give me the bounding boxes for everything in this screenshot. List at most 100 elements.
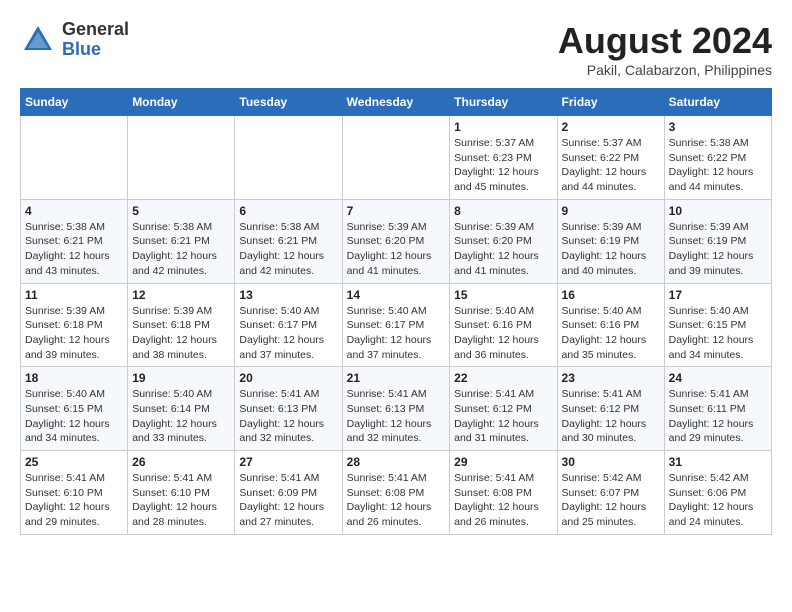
table-row: 24Sunrise: 5:41 AMSunset: 6:11 PMDayligh… xyxy=(664,367,771,451)
table-row: 14Sunrise: 5:40 AMSunset: 6:17 PMDayligh… xyxy=(342,283,450,367)
day-number: 18 xyxy=(25,371,123,385)
header-tuesday: Tuesday xyxy=(235,89,342,116)
table-row: 10 Sunrise: 5:39 AMSunset: 6:19 PMDayligh… xyxy=(664,199,771,283)
day-number: 26 xyxy=(132,455,230,469)
day-number: 21 xyxy=(347,371,446,385)
day-info: Sunrise: 5:41 AMSunset: 6:10 PMDaylight:… xyxy=(25,471,123,530)
day-info: Sunrise: 5:38 AMSunset: 6:22 PMDaylight:… xyxy=(669,136,767,195)
table-row: 8Sunrise: 5:39 AMSunset: 6:20 PMDaylight… xyxy=(450,199,557,283)
day-number: 6 xyxy=(239,204,337,218)
day-number: 17 xyxy=(669,288,767,302)
day-number: 30 xyxy=(562,455,660,469)
day-number: 25 xyxy=(25,455,123,469)
day-number: 9 xyxy=(562,204,660,218)
day-info: Sunrise: 5:39 AMSunset: 6:18 PMDaylight:… xyxy=(132,304,230,363)
table-row: 1 Sunrise: 5:37 AMSunset: 6:23 PMDaylight… xyxy=(450,116,557,200)
table-row: 22Sunrise: 5:41 AMSunset: 6:12 PMDayligh… xyxy=(450,367,557,451)
day-number: 29 xyxy=(454,455,552,469)
table-row: 20Sunrise: 5:41 AMSunset: 6:13 PMDayligh… xyxy=(235,367,342,451)
day-info: Sunrise: 5:41 AMSunset: 6:08 PMDaylight:… xyxy=(347,471,446,530)
day-info: Sunrise: 5:41 AMSunset: 6:12 PMDaylight:… xyxy=(562,387,660,446)
table-row: 11 Sunrise: 5:39 AMSunset: 6:18 PMDayligh… xyxy=(21,283,128,367)
page-header: General Blue August 2024 Pakil, Calabarz… xyxy=(20,20,772,78)
day-info: Sunrise: 5:39 AMSunset: 6:18 PMDaylight:… xyxy=(25,304,123,363)
day-number: 19 xyxy=(132,371,230,385)
day-info: Sunrise: 5:40 AMSunset: 6:15 PMDaylight:… xyxy=(25,387,123,446)
table-row xyxy=(128,116,235,200)
calendar-title: August 2024 xyxy=(558,20,772,62)
day-info: Sunrise: 5:39 AMSunset: 6:19 PMDaylight:… xyxy=(669,220,767,279)
header-sunday: Sunday xyxy=(21,89,128,116)
day-info: Sunrise: 5:40 AMSunset: 6:16 PMDaylight:… xyxy=(562,304,660,363)
table-row: 9Sunrise: 5:39 AMSunset: 6:19 PMDaylight… xyxy=(557,199,664,283)
week-row-1: 1 Sunrise: 5:37 AMSunset: 6:23 PMDaylight… xyxy=(21,116,772,200)
day-number: 22 xyxy=(454,371,552,385)
day-info: Sunrise: 5:41 AMSunset: 6:11 PMDaylight:… xyxy=(669,387,767,446)
table-row xyxy=(342,116,450,200)
table-row: 12Sunrise: 5:39 AMSunset: 6:18 PMDayligh… xyxy=(128,283,235,367)
table-row: 17 Sunrise: 5:40 AMSunset: 6:15 PMDayligh… xyxy=(664,283,771,367)
calendar-body: 1 Sunrise: 5:37 AMSunset: 6:23 PMDaylight… xyxy=(21,116,772,535)
week-row-5: 25 Sunrise: 5:41 AMSunset: 6:10 PMDayligh… xyxy=(21,451,772,535)
table-row: 6 Sunrise: 5:38 AMSunset: 6:21 PMDaylight… xyxy=(235,199,342,283)
day-number: 14 xyxy=(347,288,446,302)
day-number: 23 xyxy=(562,371,660,385)
header-saturday: Saturday xyxy=(664,89,771,116)
table-row xyxy=(235,116,342,200)
table-row: 25 Sunrise: 5:41 AMSunset: 6:10 PMDayligh… xyxy=(21,451,128,535)
day-info: Sunrise: 5:40 AMSunset: 6:15 PMDaylight:… xyxy=(669,304,767,363)
day-number: 15 xyxy=(454,288,552,302)
day-number: 11 xyxy=(25,288,123,302)
table-row: 16 Sunrise: 5:40 AMSunset: 6:16 PMDayligh… xyxy=(557,283,664,367)
table-row: 4 Sunrise: 5:38 AMSunset: 6:21 PMDaylight… xyxy=(21,199,128,283)
logo-blue-text: Blue xyxy=(62,40,129,60)
header-thursday: Thursday xyxy=(450,89,557,116)
table-row: 15Sunrise: 5:40 AMSunset: 6:16 PMDayligh… xyxy=(450,283,557,367)
day-number: 5 xyxy=(132,204,230,218)
day-info: Sunrise: 5:38 AMSunset: 6:21 PMDaylight:… xyxy=(239,220,337,279)
day-info: Sunrise: 5:37 AMSunset: 6:22 PMDaylight:… xyxy=(562,136,660,195)
table-row: 27 Sunrise: 5:41 AMSunset: 6:09 PMDayligh… xyxy=(235,451,342,535)
logo-text: General Blue xyxy=(62,20,129,60)
table-row: 13 Sunrise: 5:40 AMSunset: 6:17 PMDayligh… xyxy=(235,283,342,367)
day-info: Sunrise: 5:37 AMSunset: 6:23 PMDaylight:… xyxy=(454,136,552,195)
day-info: Sunrise: 5:41 AMSunset: 6:09 PMDaylight:… xyxy=(239,471,337,530)
day-number: 16 xyxy=(562,288,660,302)
day-header-row: SundayMondayTuesdayWednesdayThursdayFrid… xyxy=(21,89,772,116)
day-info: Sunrise: 5:38 AMSunset: 6:21 PMDaylight:… xyxy=(132,220,230,279)
calendar-subtitle: Pakil, Calabarzon, Philippines xyxy=(558,62,772,78)
table-row: 19 Sunrise: 5:40 AMSunset: 6:14 PMDayligh… xyxy=(128,367,235,451)
table-row xyxy=(21,116,128,200)
day-info: Sunrise: 5:42 AMSunset: 6:06 PMDaylight:… xyxy=(669,471,767,530)
table-row: 21 Sunrise: 5:41 AMSunset: 6:13 PMDayligh… xyxy=(342,367,450,451)
week-row-2: 4 Sunrise: 5:38 AMSunset: 6:21 PMDaylight… xyxy=(21,199,772,283)
day-number: 27 xyxy=(239,455,337,469)
day-info: Sunrise: 5:39 AMSunset: 6:20 PMDaylight:… xyxy=(347,220,446,279)
day-number: 31 xyxy=(669,455,767,469)
day-info: Sunrise: 5:41 AMSunset: 6:10 PMDaylight:… xyxy=(132,471,230,530)
table-row: 18 Sunrise: 5:40 AMSunset: 6:15 PMDayligh… xyxy=(21,367,128,451)
day-number: 2 xyxy=(562,120,660,134)
day-info: Sunrise: 5:41 AMSunset: 6:08 PMDaylight:… xyxy=(454,471,552,530)
day-number: 1 xyxy=(454,120,552,134)
table-row: 3 Sunrise: 5:38 AMSunset: 6:22 PMDaylight… xyxy=(664,116,771,200)
day-info: Sunrise: 5:40 AMSunset: 6:14 PMDaylight:… xyxy=(132,387,230,446)
table-row: 28Sunrise: 5:41 AMSunset: 6:08 PMDayligh… xyxy=(342,451,450,535)
calendar-table: SundayMondayTuesdayWednesdayThursdayFrid… xyxy=(20,88,772,535)
day-number: 7 xyxy=(347,204,446,218)
day-info: Sunrise: 5:42 AMSunset: 6:07 PMDaylight:… xyxy=(562,471,660,530)
day-number: 8 xyxy=(454,204,552,218)
header-wednesday: Wednesday xyxy=(342,89,450,116)
table-row: 30 Sunrise: 5:42 AMSunset: 6:07 PMDayligh… xyxy=(557,451,664,535)
day-info: Sunrise: 5:41 AMSunset: 6:13 PMDaylight:… xyxy=(347,387,446,446)
day-number: 10 xyxy=(669,204,767,218)
header-monday: Monday xyxy=(128,89,235,116)
day-info: Sunrise: 5:40 AMSunset: 6:17 PMDaylight:… xyxy=(239,304,337,363)
day-number: 3 xyxy=(669,120,767,134)
day-number: 4 xyxy=(25,204,123,218)
table-row: 7 Sunrise: 5:39 AMSunset: 6:20 PMDaylight… xyxy=(342,199,450,283)
day-info: Sunrise: 5:41 AMSunset: 6:13 PMDaylight:… xyxy=(239,387,337,446)
table-row: 31 Sunrise: 5:42 AMSunset: 6:06 PMDayligh… xyxy=(664,451,771,535)
day-number: 13 xyxy=(239,288,337,302)
day-info: Sunrise: 5:38 AMSunset: 6:21 PMDaylight:… xyxy=(25,220,123,279)
